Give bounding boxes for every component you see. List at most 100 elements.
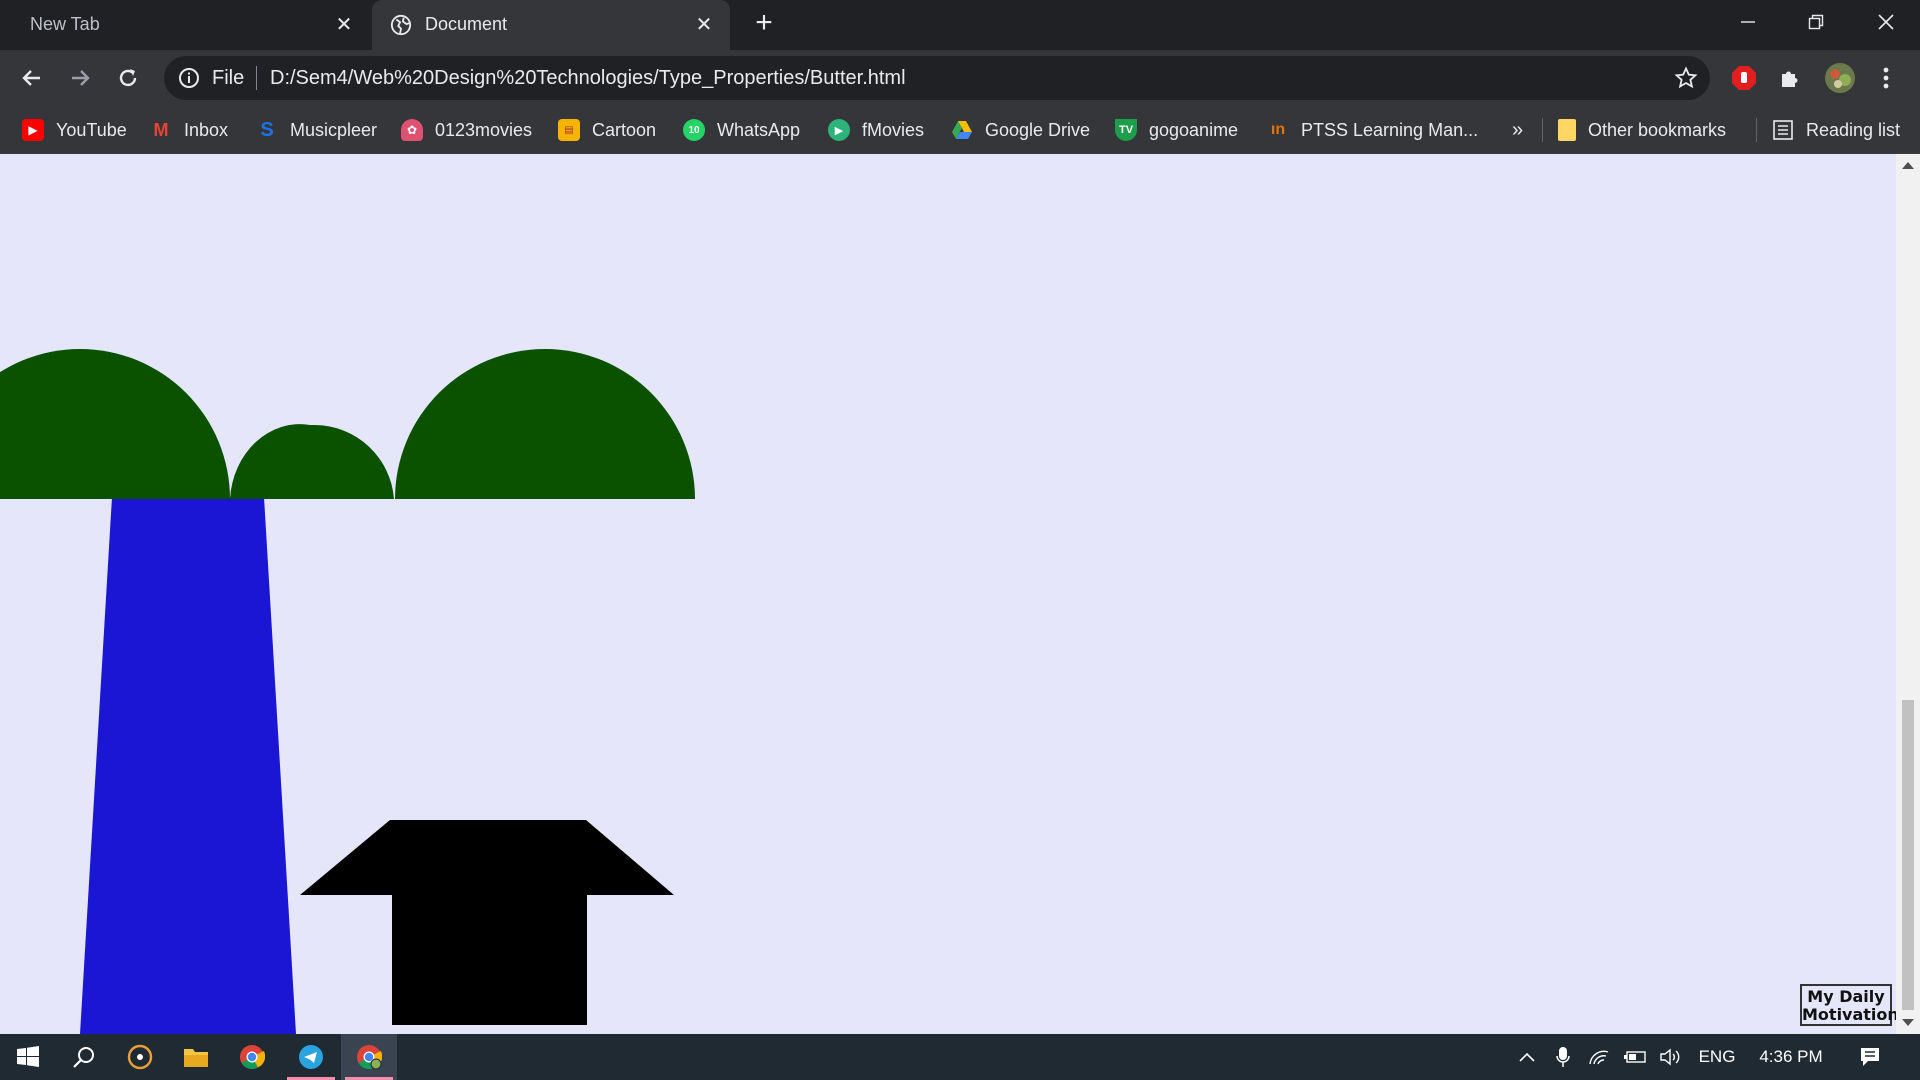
close-window-button[interactable]: [1852, 0, 1920, 44]
notification-icon: [1861, 1048, 1879, 1066]
taskbar-file-explorer[interactable]: [168, 1034, 224, 1080]
bookmark-fmovies[interactable]: ▶ fMovies: [828, 116, 924, 144]
taskbar-chrome[interactable]: [224, 1034, 280, 1080]
folder-icon: [1558, 119, 1576, 141]
media-player-icon: [127, 1044, 153, 1070]
bookmark-ptss[interactable]: ın PTSS Learning Man...: [1267, 116, 1478, 144]
search-button[interactable]: [56, 1034, 112, 1080]
chrome-profile-icon: [357, 1045, 382, 1070]
close-icon: [1878, 14, 1894, 30]
bookmark-musicpleer[interactable]: S Musicpleer: [256, 116, 377, 144]
bookmarks-overflow-button[interactable]: »: [1512, 116, 1523, 144]
cartoon-icon: ▤: [558, 119, 580, 141]
bookmark-youtube[interactable]: ▶ YouTube: [22, 116, 127, 144]
adblock-extension-button[interactable]: [1730, 64, 1758, 92]
microphone-button[interactable]: [1548, 1034, 1578, 1080]
minimize-button[interactable]: [1714, 0, 1782, 44]
volume-button[interactable]: [1656, 1034, 1686, 1080]
action-center-button[interactable]: [1852, 1034, 1888, 1080]
ptss-icon: ın: [1270, 121, 1286, 138]
bookmarks-divider: [1756, 118, 1757, 142]
badge-line-1: My Daily: [1807, 987, 1885, 1006]
reading-list-icon: [1773, 120, 1793, 140]
reading-list-label: Reading list: [1806, 119, 1901, 140]
info-icon[interactable]: [178, 67, 200, 89]
bookmark-label: Inbox: [184, 119, 229, 140]
bookmark-gogoanime[interactable]: TV gogoanime: [1115, 116, 1238, 144]
gogoanime-icon: TV: [1115, 119, 1137, 141]
vertical-scrollbar[interactable]: [1896, 154, 1920, 1034]
arrow-left-icon: [22, 70, 40, 86]
address-bar[interactable]: File D:/Sem4/Web%20Design%20Technologies…: [164, 56, 1710, 100]
bookmark-label: gogoanime: [1149, 119, 1239, 140]
tree-trunk: [80, 497, 296, 1034]
scheme-label: File: [212, 67, 245, 89]
bookmark-label: Musicpleer: [290, 119, 378, 140]
close-tab-icon[interactable]: ✕: [692, 12, 716, 36]
bookmark-inbox[interactable]: M Inbox: [150, 116, 229, 144]
chrome-menu-button[interactable]: [1872, 64, 1900, 92]
clock[interactable]: 4:36 PM: [1748, 1034, 1834, 1080]
tab-new-tab[interactable]: New Tab ✕: [0, 0, 370, 50]
motivation-badge[interactable]: My Daily Motivation: [1800, 984, 1896, 1026]
musicpleer-icon: S: [260, 118, 274, 141]
bookmark-0123movies[interactable]: ✿ 0123movies: [401, 116, 532, 144]
windows-taskbar: ENG 4:36 PM: [0, 1034, 1920, 1080]
restore-button[interactable]: [1782, 0, 1850, 44]
whatsapp-icon: 10: [683, 119, 705, 141]
bookmark-label: fMovies: [862, 119, 925, 140]
scrollbar-thumb[interactable]: [1902, 700, 1914, 1010]
folder-icon: [184, 1049, 208, 1067]
windows-logo-icon: [17, 1046, 39, 1067]
movies-icon: ✿: [401, 119, 423, 141]
chrome-icon: [240, 1045, 265, 1070]
bookmark-label: PTSS Learning Man...: [1301, 119, 1479, 140]
tree-canopy-middle: [230, 424, 394, 499]
battery-button[interactable]: [1620, 1034, 1650, 1080]
reload-button[interactable]: [114, 64, 142, 92]
tree-canopy-left: [0, 349, 230, 499]
reload-icon: [119, 69, 137, 87]
show-hidden-icons-button[interactable]: [1512, 1034, 1542, 1080]
taskbar-chrome-active[interactable]: [341, 1034, 397, 1080]
other-bookmarks-label: Other bookmarks: [1588, 119, 1727, 140]
house-body: [392, 894, 587, 1025]
address-separator: [256, 66, 257, 90]
bookmark-google-drive[interactable]: Google Drive: [951, 116, 1090, 144]
scroll-down-icon[interactable]: [1902, 1019, 1914, 1026]
browser-toolbar: File D:/Sem4/Web%20Design%20Technologies…: [0, 50, 1920, 106]
bookmark-whatsapp[interactable]: 10 WhatsApp: [683, 116, 800, 144]
drive-icon: [952, 121, 972, 139]
network-button[interactable]: [1584, 1034, 1614, 1080]
house-roof: [300, 820, 674, 895]
microphone-icon: [1556, 1047, 1570, 1067]
extensions-button[interactable]: [1776, 64, 1804, 92]
more-vertical-icon: [1883, 67, 1889, 89]
reading-list-button[interactable]: Reading list: [1772, 116, 1900, 144]
taskbar-telegram[interactable]: [283, 1034, 339, 1080]
gmail-icon: M: [153, 119, 169, 140]
bookmarks-bar: ▶ YouTube M Inbox S Musicpleer ✿ 0123mov…: [0, 106, 1920, 154]
forward-button[interactable]: [66, 64, 94, 92]
bookmark-label: Google Drive: [985, 119, 1091, 140]
back-button[interactable]: [18, 64, 46, 92]
avatar-icon: [1825, 63, 1855, 93]
close-tab-icon[interactable]: ✕: [332, 12, 356, 36]
minimize-icon: [1741, 21, 1755, 23]
star-icon[interactable]: [1674, 66, 1698, 90]
url-text[interactable]: D:/Sem4/Web%20Design%20Technologies/Type…: [270, 67, 906, 90]
battery-icon: [1624, 1051, 1646, 1063]
language-indicator[interactable]: ENG: [1692, 1034, 1742, 1080]
tab-document[interactable]: Document ✕: [372, 0, 730, 50]
new-tab-button[interactable]: +: [750, 8, 778, 38]
start-button[interactable]: [0, 1034, 56, 1080]
profile-avatar[interactable]: [1824, 62, 1856, 94]
scroll-up-icon[interactable]: [1902, 162, 1914, 169]
bookmark-cartoon[interactable]: ▤ Cartoon: [558, 116, 656, 144]
globe-icon: [390, 14, 412, 36]
tree-canopy-right: [395, 349, 695, 499]
youtube-icon: ▶: [22, 119, 44, 141]
other-bookmarks-folder[interactable]: Other bookmarks: [1558, 116, 1726, 144]
restore-icon: [1808, 14, 1824, 30]
taskbar-media-app[interactable]: [112, 1034, 168, 1080]
